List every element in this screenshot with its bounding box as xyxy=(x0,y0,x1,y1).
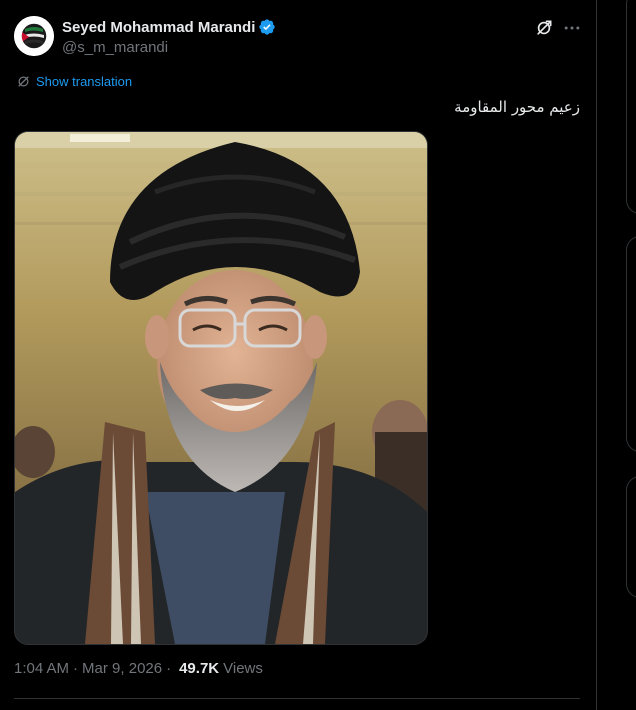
translate-icon xyxy=(18,76,29,87)
tweet-time[interactable]: 1:04 AM xyxy=(14,660,69,677)
author-name-block: Seyed Mohammad Marandi @s_m_marandi xyxy=(62,17,276,56)
tweet-detail: Seyed Mohammad Marandi @s_m_marandi Show… xyxy=(0,0,596,710)
tweet-text: زعيم محور المقاومة xyxy=(16,98,580,116)
divider xyxy=(14,698,580,699)
more-options-icon[interactable] xyxy=(562,18,582,38)
tweet-metadata: 1:04 AM · Mar 9, 2026 · 49.7K Views xyxy=(14,660,263,677)
tweet-text-content: زعيم محور المقاومة xyxy=(454,98,580,116)
tweet-date[interactable]: Mar 9, 2026 xyxy=(82,660,162,677)
meta-separator: · xyxy=(73,660,79,677)
show-translation-label: Show translation xyxy=(36,74,133,89)
avatar[interactable] xyxy=(14,16,54,56)
show-translation-link[interactable]: Show translation xyxy=(16,74,132,89)
tweet-header: Seyed Mohammad Marandi @s_m_marandi xyxy=(14,16,584,60)
right-sidebar-card xyxy=(626,236,636,452)
portrait-image xyxy=(15,132,427,644)
author-display-name[interactable]: Seyed Mohammad Marandi xyxy=(62,19,255,36)
palestine-flag-avatar-icon xyxy=(14,16,54,56)
author-handle[interactable]: @s_m_marandi xyxy=(62,39,276,56)
right-sidebar-card xyxy=(626,0,636,214)
meta-separator-2: · xyxy=(166,660,172,677)
column-divider xyxy=(596,0,597,710)
views-count[interactable]: 49.7K xyxy=(179,660,219,677)
verified-badge-icon[interactable] xyxy=(258,18,276,36)
page: Seyed Mohammad Marandi @s_m_marandi Show… xyxy=(0,0,636,710)
grok-icon[interactable] xyxy=(534,18,554,38)
right-sidebar-card xyxy=(626,476,636,598)
views-label: Views xyxy=(223,660,263,677)
tweet-photo[interactable] xyxy=(14,131,428,645)
